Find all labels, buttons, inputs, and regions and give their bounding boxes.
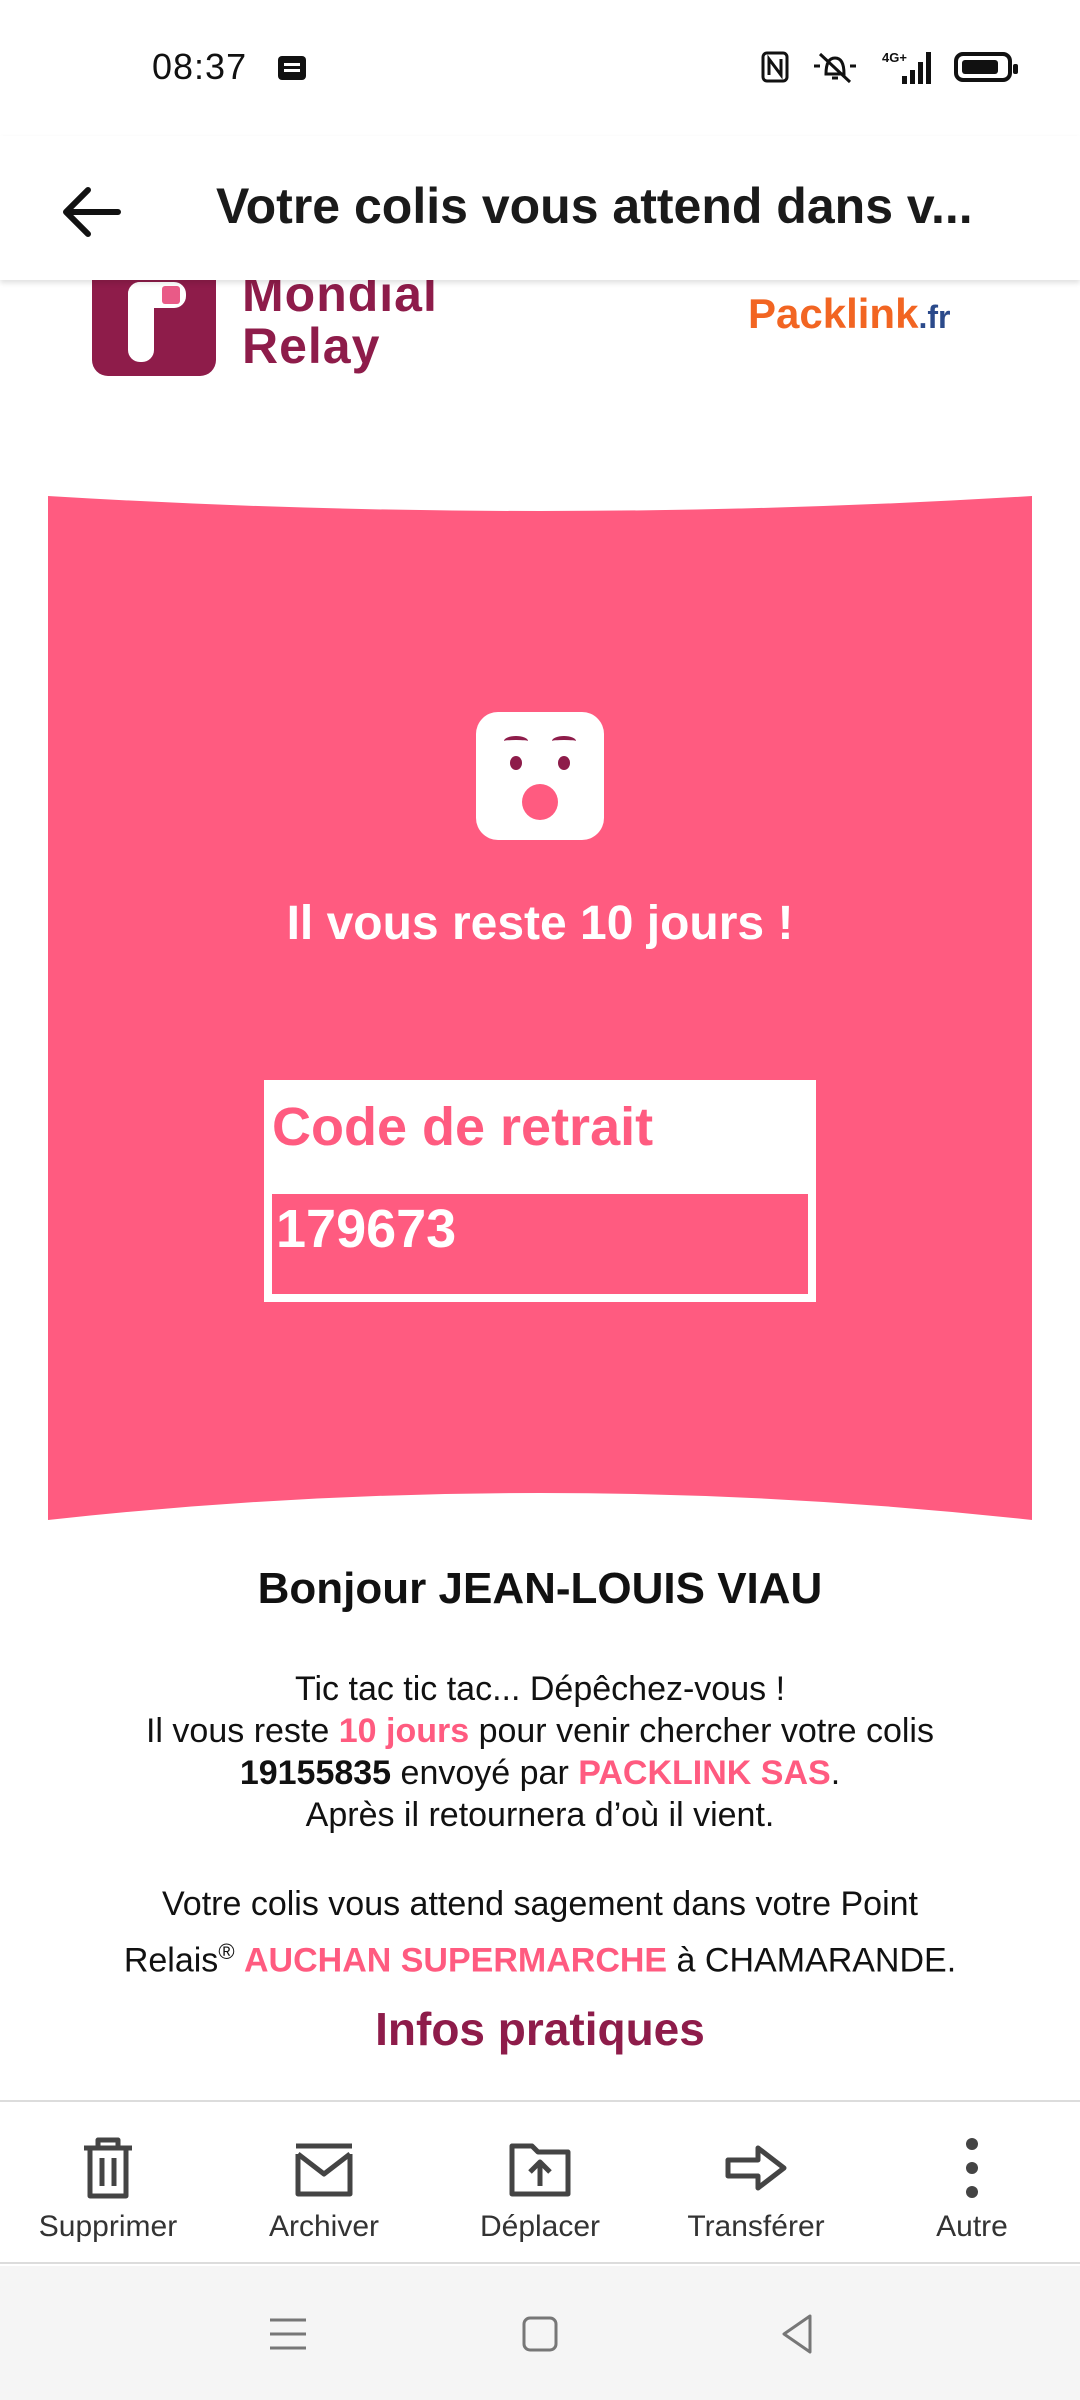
system-navigation-bar <box>0 2266 1080 2400</box>
forward-icon <box>725 2145 787 2191</box>
home-nav-icon[interactable] <box>510 2304 570 2364</box>
pickup-banner <box>48 496 1032 1520</box>
message-notification-icon <box>278 56 306 80</box>
mute-bell-icon <box>814 52 856 84</box>
reminder-paragraph: Tic tac tic tac... Dépêchez-vous ! Il vo… <box>145 1670 934 1834</box>
surprised-face-icon <box>476 712 604 840</box>
move-button[interactable]: Déplacer <box>432 2102 648 2262</box>
packlink-logo: Packlink.fr <box>748 290 951 337</box>
more-button[interactable]: Autre <box>864 2102 1080 2262</box>
mondial-relay-logo <box>92 280 216 376</box>
sender-link[interactable]: PACKLINK SAS <box>578 1754 831 1792</box>
back-arrow-icon <box>63 187 121 237</box>
mondial-relay-wordmark: Mondial Relay <box>242 280 438 374</box>
pickup-code-box: Code de retrait 179673 <box>264 1080 816 1302</box>
delete-button[interactable]: Supprimer <box>0 2102 216 2262</box>
svg-text:4G+: 4G+ <box>882 50 907 65</box>
menu-nav-icon[interactable] <box>258 2304 318 2364</box>
email-action-bar: Supprimer Archiver Déplacer Transférer A… <box>0 2100 1080 2264</box>
archive-button[interactable]: Archiver <box>216 2102 432 2262</box>
greeting: Bonjour JEAN-LOUIS VIAU <box>257 1564 823 1613</box>
days-remaining-title: Il vous reste 10 jours ! <box>286 897 794 950</box>
relay-point-paragraph: Votre colis vous attend sagement dans vo… <box>123 1885 957 1980</box>
relay-store-link[interactable]: AUCHAN SUPERMARCHE <box>244 1941 667 1979</box>
more-icon <box>966 2138 978 2198</box>
battery-icon <box>954 52 1018 82</box>
move-icon <box>509 2143 571 2197</box>
trash-icon <box>84 2137 132 2199</box>
signal-icon: 4G+ <box>882 50 931 84</box>
status-time: 08:37 <box>152 46 248 87</box>
back-button[interactable] <box>52 172 132 252</box>
status-bar: 08:37 4G+ <box>0 0 1080 136</box>
app-header: Votre colis vous attend dans v... <box>0 136 1080 280</box>
infos-pratiques-heading: Infos pratiques <box>375 2003 705 2055</box>
back-nav-icon[interactable] <box>768 2304 828 2364</box>
parcel-number: 19155835 <box>239 1754 392 1792</box>
status-icons: 4G+ <box>760 48 1018 86</box>
pickup-code-value[interactable]: 179673 <box>272 1194 808 1294</box>
nfc-icon <box>761 51 789 83</box>
forward-button[interactable]: Transférer <box>648 2102 864 2262</box>
pickup-code-label: Code de retrait <box>268 1084 812 1190</box>
email-subject-title: Votre colis vous attend dans v... <box>216 178 973 234</box>
archive-icon <box>295 2143 353 2197</box>
email-body[interactable]: Mondial Relay Packlink.fr Il vous reste … <box>0 280 1080 2100</box>
